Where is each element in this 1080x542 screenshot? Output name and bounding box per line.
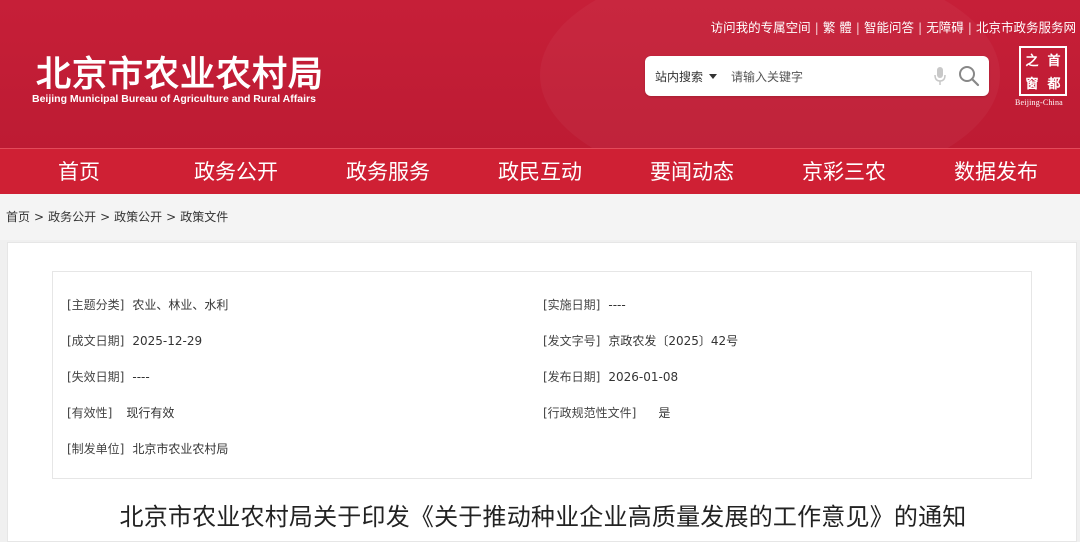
microphone-icon[interactable] (933, 66, 947, 86)
meta-doc-number-label: [发文字号] (543, 334, 601, 348)
link-smart-qa[interactable]: 智能问答 (864, 20, 914, 35)
breadcrumb-home[interactable]: 首页 (6, 210, 30, 224)
meta-validity-label: [有效性] (67, 406, 113, 420)
breadcrumb-government-affairs[interactable]: 政务公开 (48, 210, 96, 224)
breadcrumb-separator: > (166, 210, 177, 224)
emblem-caption: Beijing-China (1015, 98, 1063, 107)
emblem-box: 之 首 窗 都 (1019, 46, 1067, 96)
search-scope-label: 站内搜索 (655, 70, 704, 84)
link-personal-space[interactable]: 访问我的专属空间 (711, 20, 811, 35)
link-accessibility[interactable]: 无障碍 (926, 20, 964, 35)
meta-written-date-value: 2025-12-29 (132, 334, 203, 348)
site-title[interactable]: 北京市农业农村局 (36, 46, 324, 97)
nav-item-data-release[interactable]: 数据发布 (920, 149, 1072, 194)
top-links: 访问我的专属空间 | 繁 體 | 智能问答 | 无障碍 | 北京市政务服务网 (711, 17, 1076, 36)
search-input[interactable] (729, 64, 923, 90)
breadcrumb-policy-disclosure[interactable]: 政策公开 (114, 210, 162, 224)
nav-item-home[interactable]: 首页 (0, 149, 160, 194)
meta-doc-number-value: 京政农发〔2025〕42号 (608, 334, 739, 348)
nav-item-news[interactable]: 要闻动态 (616, 149, 768, 194)
document-title: 北京市农业农村局关于印发《关于推动种业企业高质量发展的工作意见》的通知 (119, 503, 967, 531)
meta-normative: [行政规范性文件] 是 (543, 404, 670, 421)
meta-expiry-date-label: [失效日期] (67, 370, 125, 384)
meta-effective-date-value: ---- (608, 298, 626, 312)
meta-publish-date: [发布日期] 2026-01-08 (543, 368, 678, 385)
breadcrumb-separator: > (34, 210, 45, 224)
emblem-char: 窗 (1025, 77, 1039, 92)
meta-written-date: [成文日期] 2025-12-29 (67, 332, 202, 349)
site-header: 访问我的专属空间 | 繁 體 | 智能问答 | 无障碍 | 北京市政务服务网 北京市农业农村局 … (0, 0, 1080, 148)
meta-expiry-date: [失效日期] ---- (67, 368, 150, 385)
content-panel: [主题分类] 农业、林业、水利 [实施日期] ---- [成文日期] 2025-12-… (7, 242, 1077, 542)
meta-normative-value: 是 (658, 406, 671, 420)
meta-validity-value: 现行有效 (126, 406, 175, 420)
site-subtitle: Beijing Municipal Bureau of Agriculture … (32, 93, 316, 105)
link-gov-service-portal[interactable]: 北京市政务服务网 (976, 20, 1076, 35)
document-metadata-box: [主题分类] 农业、林业、水利 [实施日期] ---- [成文日期] 2025-12-… (52, 271, 1032, 479)
divider: | (855, 20, 861, 35)
search-scope-dropdown[interactable]: 站内搜索 (655, 68, 718, 85)
search-icon[interactable] (958, 65, 980, 87)
breadcrumb: 首页 > 政务公开 > 政策公开 > 政策文件 (0, 194, 1080, 240)
divider: | (967, 20, 972, 35)
emblem-char: 都 (1047, 77, 1061, 92)
meta-normative-label: [行政规范性文件] (543, 406, 637, 420)
meta-publish-date-value: 2026-01-08 (608, 370, 679, 384)
meta-written-date-label: [成文日期] (67, 334, 125, 348)
meta-issuer-value: 北京市农业农村局 (132, 442, 229, 456)
search-box: 站内搜索 (645, 56, 989, 96)
breadcrumb-policy-documents[interactable]: 政策文件 (180, 210, 228, 224)
nav-item-government-services[interactable]: 政务服务 (312, 149, 464, 194)
nav-item-jingcai-sannong[interactable]: 京彩三农 (768, 149, 920, 194)
meta-effective-date-label: [实施日期] (543, 298, 601, 312)
meta-validity: [有效性] 现行有效 (67, 404, 174, 421)
emblem-char: 之 (1025, 54, 1039, 69)
caret-down-icon (709, 74, 718, 79)
meta-topic-label: [主题分类] (67, 298, 125, 312)
nav-item-government-affairs[interactable]: 政务公开 (160, 149, 312, 194)
emblem-char: 首 (1047, 54, 1061, 69)
meta-publish-date-label: [发布日期] (543, 370, 601, 384)
meta-issuer: [制发单位] 北京市农业农村局 (67, 440, 228, 457)
meta-topic: [主题分类] 农业、林业、水利 (67, 296, 228, 313)
meta-doc-number: [发文字号] 京政农发〔2025〕42号 (543, 332, 738, 349)
link-traditional-chinese[interactable]: 繁 體 (823, 20, 852, 35)
meta-effective-date: [实施日期] ---- (543, 296, 626, 313)
meta-topic-value: 农业、林业、水利 (132, 298, 229, 312)
divider: | (918, 20, 923, 35)
breadcrumb-separator: > (100, 210, 111, 224)
capital-window-emblem[interactable]: 之 首 窗 都 Beijing-China (1014, 46, 1074, 114)
nav-item-public-interaction[interactable]: 政民互动 (464, 149, 616, 194)
meta-expiry-date-value: ---- (132, 370, 150, 384)
meta-issuer-label: [制发单位] (67, 442, 125, 456)
divider: | (814, 20, 819, 35)
main-nav: 首页 政务公开 政务服务 政民互动 要闻动态 京彩三农 数据发布 (0, 148, 1080, 194)
